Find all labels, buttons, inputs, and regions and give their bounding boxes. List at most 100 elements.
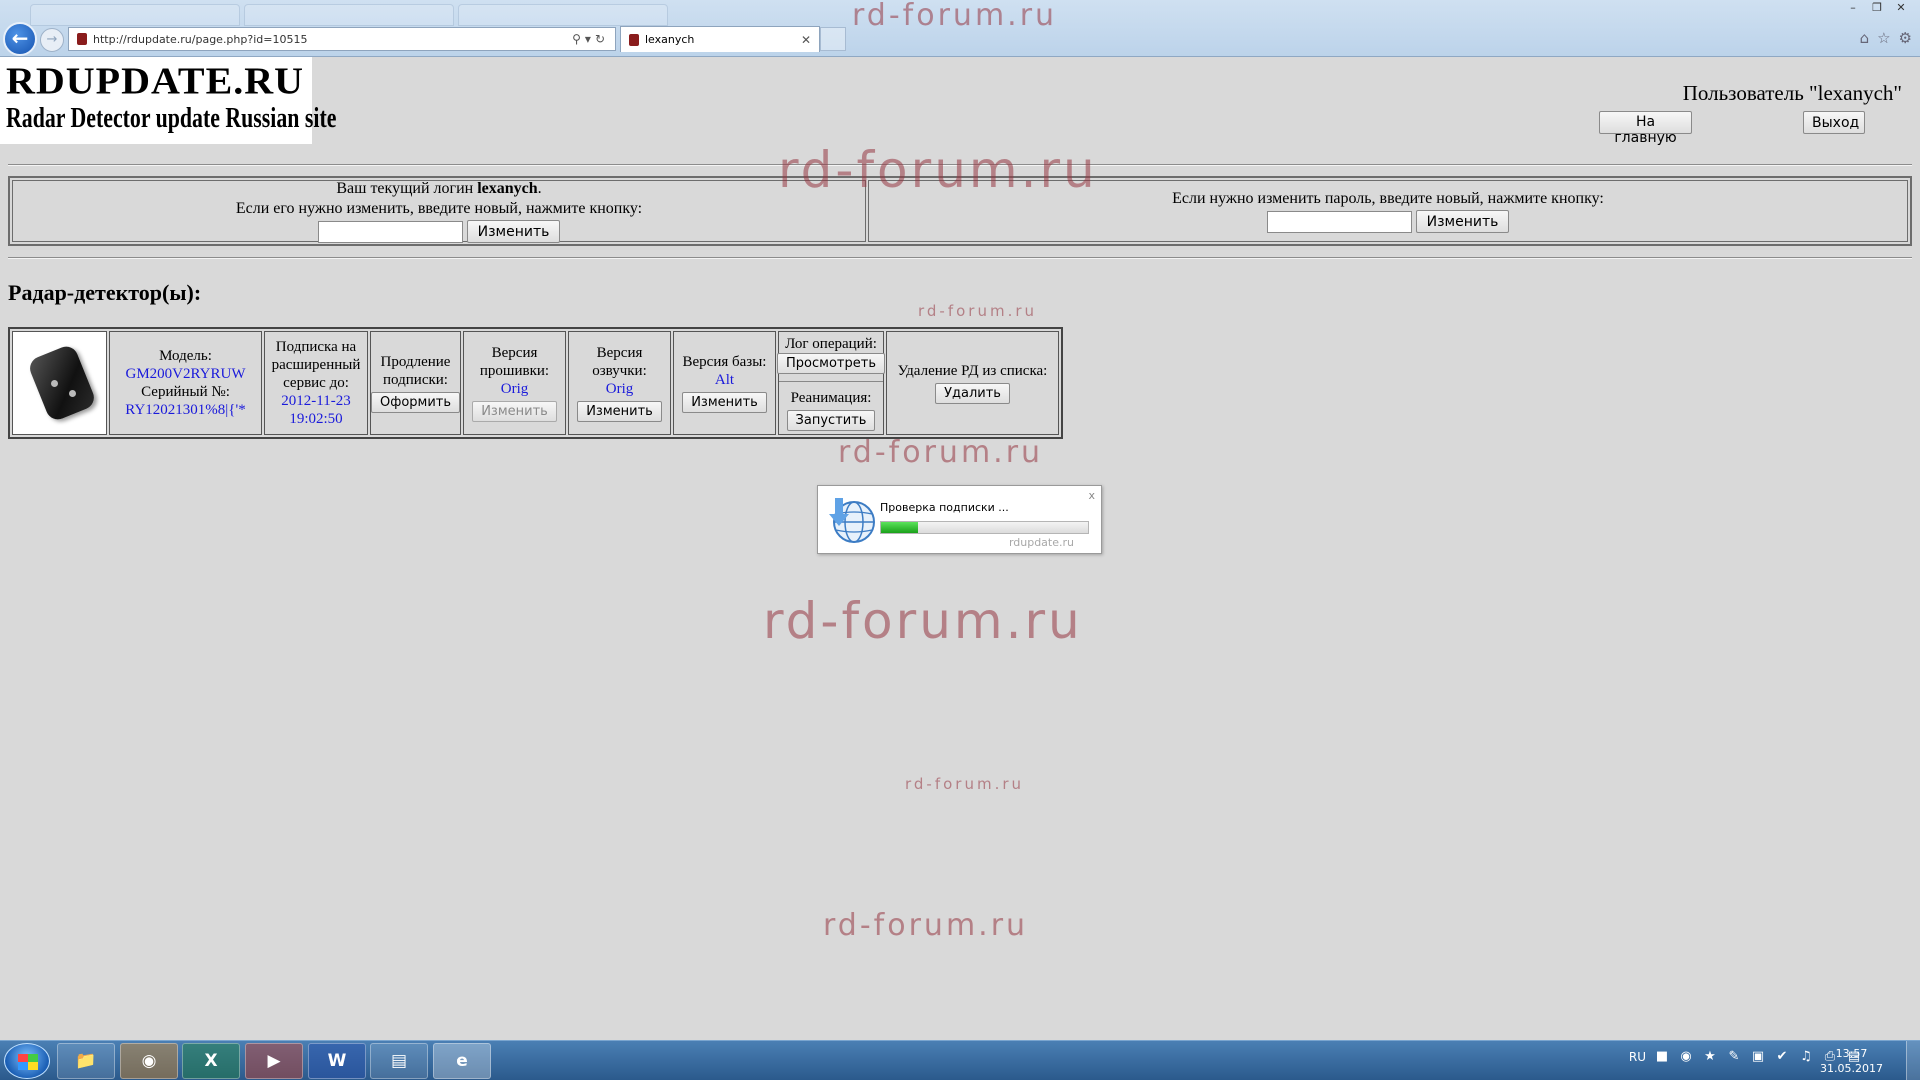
- tab-close-icon[interactable]: ✕: [801, 33, 819, 47]
- logo-title: RDUPDATE.RU: [6, 59, 305, 102]
- password-instructions: Если нужно изменить пароль, введите новы…: [1172, 190, 1604, 207]
- log-reanimation-cell: Лог операций: Просмотреть Реанимация: За…: [777, 331, 885, 435]
- new-login-input[interactable]: [317, 220, 463, 243]
- forward-arrow-icon[interactable]: →: [40, 28, 64, 52]
- window-controls: – ❐ ✕: [1842, 1, 1912, 17]
- progress-fill: [881, 522, 919, 533]
- player-icon[interactable]: ▶: [245, 1043, 303, 1079]
- clock[interactable]: 13:57 31.05.2017: [1820, 1046, 1883, 1076]
- firmware-cell: Версия прошивки: Orig Изменить: [463, 331, 566, 435]
- close-icon[interactable]: ✕: [1890, 1, 1912, 17]
- model-cell: Модель: GM200V2RYRUW Серийный №: RY12021…: [109, 331, 262, 435]
- new-password-input[interactable]: [1266, 210, 1412, 233]
- tray-app-icon[interactable]: ◉: [1678, 1049, 1694, 1065]
- watermark: rd-forum.ru: [918, 302, 1038, 320]
- watermark: rd-forum.ru: [905, 775, 1025, 793]
- tray-app-icon[interactable]: ✔: [1774, 1049, 1790, 1065]
- tray-app-icon[interactable]: ★: [1702, 1049, 1718, 1065]
- search-refresh-icons[interactable]: ⚲▾↻: [572, 32, 615, 46]
- change-login-button[interactable]: Изменить: [466, 220, 561, 243]
- excel-icon[interactable]: X: [182, 1043, 240, 1079]
- login-info: Ваш текущий логин lexanych.: [336, 179, 541, 199]
- database-cell: Версия базы: Alt Изменить: [673, 331, 776, 435]
- login-change-cell: Ваш текущий логин lexanych. Если его нуж…: [12, 179, 866, 243]
- browser-toolbar-icons: ⌂ ☆ ⚙: [1860, 29, 1912, 47]
- taskbar: 📁 ◉ X ▶ W ▤ e RU ■ ◉ ★ ✎ ▣ ✔ ♫ ⎙ ▤ 13:57…: [0, 1040, 1920, 1080]
- serial-value: RY12021301%8|{'*: [125, 402, 246, 418]
- db-value: Alt: [714, 372, 735, 388]
- reanimation-group: Реанимация: Запустить: [786, 389, 876, 431]
- watermark: rd-forum.ru: [852, 0, 1058, 33]
- star-icon[interactable]: ☆: [1877, 29, 1890, 47]
- active-tab[interactable]: lexanych ✕: [620, 26, 820, 52]
- start-button[interactable]: [4, 1043, 50, 1079]
- download-globe-icon: [829, 498, 875, 543]
- extend-subscription-cell: Продление подписки: Оформить: [370, 331, 461, 435]
- login-field-row: Изменить: [317, 220, 561, 243]
- firefox-icon[interactable]: ◉: [120, 1043, 178, 1079]
- popup-close-icon[interactable]: x: [1088, 489, 1095, 502]
- login-suffix-text: .: [537, 180, 542, 197]
- url-text[interactable]: http://rdupdate.ru/page.php?id=10515: [93, 33, 572, 46]
- login-prefix-text: Ваш текущий логин: [336, 180, 478, 197]
- cell-divider: [779, 380, 883, 382]
- background-tabs: [30, 4, 668, 26]
- tab-favicon-icon: [629, 33, 639, 46]
- watermark: rd-forum.ru: [778, 141, 1098, 199]
- minimize-icon[interactable]: –: [1842, 1, 1864, 17]
- radar-detector-table: Модель: GM200V2RYRUW Серийный №: RY12021…: [8, 327, 1063, 439]
- subscription-check-popup: Проверка подписки ... rdupdate.ru x: [817, 485, 1102, 554]
- log-group: Лог операций: Просмотреть: [777, 335, 885, 375]
- restore-icon[interactable]: ❐: [1866, 1, 1888, 17]
- run-reanimation-button[interactable]: Запустить: [786, 409, 876, 431]
- extend-label: Продление подписки:: [380, 354, 451, 388]
- voice-label: Версия озвучки:: [592, 345, 647, 379]
- gear-icon[interactable]: ⚙: [1899, 29, 1912, 47]
- new-tab-button[interactable]: [820, 27, 846, 51]
- show-desktop-button[interactable]: [1906, 1041, 1920, 1080]
- tray-app-icon[interactable]: ▣: [1750, 1049, 1766, 1065]
- user-label: Пользователь "lexanych": [1682, 81, 1902, 105]
- logo-tagline: Radar Detector update Russian site: [6, 103, 337, 134]
- tab-title[interactable]: lexanych: [645, 33, 801, 46]
- firmware-label: Версия прошивки:: [479, 345, 550, 379]
- view-log-button[interactable]: Просмотреть: [777, 353, 885, 375]
- change-voice-button[interactable]: Изменить: [577, 401, 662, 422]
- watermark: rd-forum.ru: [838, 435, 1044, 470]
- back-arrow-icon[interactable]: ←: [3, 22, 37, 56]
- background-tab[interactable]: [30, 4, 240, 26]
- home-icon[interactable]: ⌂: [1860, 29, 1870, 47]
- change-firmware-button[interactable]: Изменить: [472, 401, 557, 422]
- ie-icon[interactable]: e: [433, 1043, 491, 1079]
- address-bar[interactable]: http://rdupdate.ru/page.php?id=10515 ⚲▾↻: [68, 27, 616, 51]
- section-title: Радар-детектор(ы):: [8, 280, 202, 305]
- home-button[interactable]: На главную: [1599, 111, 1692, 146]
- firmware-value: Orig: [500, 381, 529, 397]
- clock-date: 31.05.2017: [1820, 1062, 1883, 1075]
- word-icon[interactable]: W: [308, 1043, 366, 1079]
- extend-subscription-button[interactable]: Оформить: [370, 392, 461, 413]
- background-tab[interactable]: [244, 4, 454, 26]
- device-image-cell: [12, 331, 107, 435]
- tray-app-icon[interactable]: ✎: [1726, 1049, 1742, 1065]
- explorer-icon[interactable]: 📁: [57, 1043, 115, 1079]
- db-label: Версия базы:: [682, 354, 767, 370]
- change-db-button[interactable]: Изменить: [682, 392, 767, 413]
- watermark: rd-forum.ru: [823, 908, 1029, 943]
- document-icon[interactable]: ▤: [370, 1043, 428, 1079]
- reanimation-label: Реанимация:: [790, 389, 872, 406]
- logout-button[interactable]: Выход: [1803, 111, 1865, 134]
- language-indicator[interactable]: RU: [1629, 1050, 1646, 1064]
- volume-icon[interactable]: ♫: [1798, 1049, 1814, 1065]
- background-tab[interactable]: [458, 4, 668, 26]
- subscription-date: 2012-11-23: [281, 393, 351, 409]
- site-logo[interactable]: RDUPDATE.RU Radar Detector update Russia…: [0, 57, 337, 144]
- subscription-time: 19:02:50: [289, 411, 343, 427]
- delete-device-button[interactable]: Удалить: [935, 383, 1010, 404]
- subscription-progress-bar: [880, 521, 1089, 534]
- login-instructions: Если его нужно изменить, введите новый, …: [235, 200, 643, 217]
- change-password-button[interactable]: Изменить: [1415, 210, 1510, 233]
- delete-cell: Удаление РД из списка: Удалить: [886, 331, 1059, 435]
- password-field-row: Изменить: [1266, 210, 1510, 233]
- tray-app-icon[interactable]: ■: [1654, 1049, 1670, 1065]
